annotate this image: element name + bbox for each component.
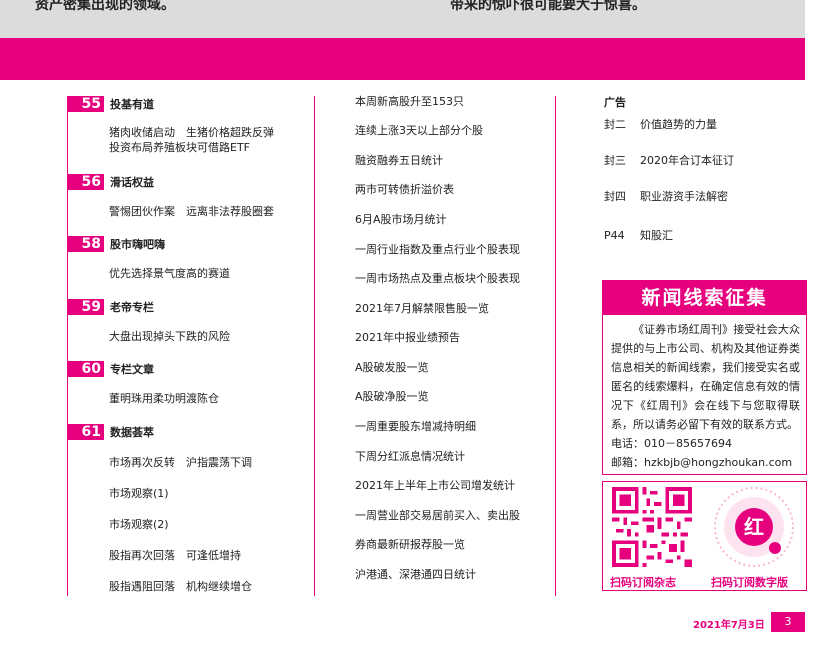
ad-title: 2020年合订本征订 [640,154,734,167]
issue-date: 2021年7月3日 [693,620,765,631]
article-link[interactable]: 一周重要股东增减持明细 [355,420,476,434]
article-link[interactable]: 猪肉收储启动 生猪价格超跌反弹 [109,126,274,140]
ads-heading: 广告 [604,96,626,109]
column-divider [314,96,315,596]
column-divider [67,96,68,596]
hongzhoukan-logo-icon[interactable]: 红 [713,486,795,568]
ad-page: 封四 [604,190,626,203]
column-divider [555,96,556,596]
article-link[interactable]: 股指再次回落 可逢低增持 [109,549,241,563]
top-right-text: 带来的惊吓很可能要大于惊喜。 [450,0,646,13]
article-link[interactable]: 大盘出现掉头下跌的风险 [109,330,230,344]
ad-page: P44 [604,229,625,242]
article-link[interactable]: 券商最新研报荐股一览 [355,538,465,552]
article-link[interactable]: 市场再次反转 沪指震荡下调 [109,456,252,470]
ad-page: 封三 [604,154,626,167]
section-header: 56 滑话权益 [67,174,154,190]
article-link[interactable]: 本周新高股升至153只 [355,95,464,109]
news-box-email[interactable]: 邮箱：hzkbjb@hongzhoukan.com [611,453,800,472]
section-header: 59 老帝专栏 [67,299,154,315]
article-link[interactable]: 董明珠用柔功明渡陈仓 [109,392,219,406]
news-box-phone: 电话：010－85657694 [611,437,732,450]
section-page-number: 58 [67,236,104,252]
section-page-number: 59 [67,299,104,315]
qr-caption-magazine: 扫码订阅杂志 [610,576,676,589]
news-lead-box: 新闻线索征集 《证券市场红周刊》接受社会大众提供的与上市公司、机构及其他证券类信… [602,280,807,475]
qr-caption-digital: 扫码订阅数字版 [711,576,788,589]
article-link[interactable]: 沪港通、深港通四日统计 [355,568,476,582]
article-link[interactable]: 一周营业部交易居前买入、卖出股 [355,509,520,523]
article-link[interactable]: 2021年7月解禁限售股一览 [355,302,489,316]
ad-page: 封二 [604,118,626,131]
ad-title: 职业游资手法解密 [640,190,728,203]
ad-item[interactable]: 封四 职业游资手法解密 [604,190,728,204]
article-link[interactable]: 一周行业指数及重点行业个股表现 [355,243,520,257]
section-title: 滑话权益 [110,176,154,189]
top-text-band: 资产密集出现的领域。 带来的惊吓很可能要大于惊喜。 [0,0,805,38]
news-box-title: 新闻线索征集 [603,281,806,315]
ad-item[interactable]: P44 知股汇 [604,229,673,243]
article-link[interactable]: A股破净股一览 [355,390,429,404]
section-page-number: 55 [67,96,104,112]
article-link[interactable]: 市场观察(1) [109,487,169,501]
section-page-number: 61 [67,424,104,440]
logo-character: 红 [744,515,764,539]
section-title: 股市嗨吧嗨 [110,238,165,251]
ad-item[interactable]: 封二 价值趋势的力量 [604,118,717,132]
article-link[interactable]: 2021年中报业绩预告 [355,331,460,345]
article-link[interactable]: 连续上涨3天以上部分个股 [355,124,483,138]
article-link[interactable]: 投资布局养殖板块可借路ETF [109,141,250,155]
article-link[interactable]: 融资融券五日统计 [355,154,443,168]
article-link[interactable]: 一周市场热点及重点板块个股表现 [355,272,520,286]
ad-title: 价值趋势的力量 [640,118,717,131]
magenta-header-bar [0,38,805,80]
article-link[interactable]: 股指遇阻回落 机构继续增仓 [109,580,252,594]
section-header: 61 数据荟萃 [67,424,154,440]
page-number: 3 [771,612,805,632]
article-link[interactable]: 下周分红派息情况统计 [355,450,465,464]
section-header: 60 专栏文章 [67,361,154,377]
article-link[interactable]: 警惕团伙作案 远离非法荐股圈套 [109,205,274,219]
section-page-number: 56 [67,174,104,190]
article-link[interactable]: 优先选择景气度高的赛道 [109,267,230,281]
article-link[interactable]: 2021年上半年上市公司增发统计 [355,479,515,493]
section-title: 老帝专栏 [110,301,154,314]
article-link[interactable]: A股破发股一览 [355,361,429,375]
top-left-text: 资产密集出现的领域。 [35,0,175,13]
news-box-body: 《证券市场红周刊》接受社会大众提供的与上市公司、机构及其他证券类信息相关的新闻线… [611,323,800,431]
section-header: 58 股市嗨吧嗨 [67,236,165,252]
ad-item[interactable]: 封三 2020年合订本征订 [604,154,734,168]
article-link[interactable]: 市场观察(2) [109,518,169,532]
article-link[interactable]: 6月A股市场月统计 [355,213,447,227]
section-title: 投基有道 [110,98,154,111]
qr-subscribe-box: 红 扫码订阅杂志 扫码订阅数字版 [602,481,807,591]
section-header: 55 投基有道 [67,96,154,112]
magazine-qr-code-icon[interactable] [612,487,692,567]
section-title: 数据荟萃 [110,426,154,439]
article-link[interactable]: 两市可转债折溢价表 [355,183,454,197]
ad-title: 知股汇 [640,229,673,242]
section-page-number: 60 [67,361,104,377]
section-title: 专栏文章 [110,363,154,376]
